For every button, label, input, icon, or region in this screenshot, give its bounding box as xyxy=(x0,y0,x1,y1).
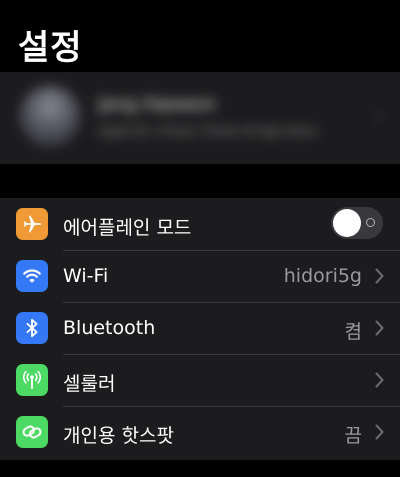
settings-row-wifi[interactable]: Wi-Fi hidori5g xyxy=(0,250,400,302)
avatar xyxy=(20,86,80,146)
chevron-right-icon xyxy=(375,268,384,288)
wifi-network-value: hidori5g xyxy=(283,265,362,287)
wifi-label: Wi-Fi xyxy=(63,265,109,287)
settings-row-cellular[interactable]: 셀룰러 xyxy=(0,354,400,406)
bluetooth-status-value: 켬 xyxy=(344,321,362,343)
chevron-right-icon xyxy=(375,424,384,444)
airplane-mode-toggle[interactable] xyxy=(331,207,383,239)
settings-row-personal-hotspot[interactable]: 개인용 핫스팟 끔 xyxy=(0,406,400,458)
bluetooth-label: Bluetooth xyxy=(63,317,156,339)
settings-group: 에어플레인 모드 Wi-Fi hidori5g Bluetooth 켬 셀룰러 … xyxy=(0,198,400,460)
chevron-right-icon xyxy=(375,372,384,392)
settings-row-bluetooth[interactable]: Bluetooth 켬 xyxy=(0,302,400,354)
settings-row-airplane-mode[interactable]: 에어플레인 모드 xyxy=(0,198,400,250)
personal-hotspot-status-value: 끔 xyxy=(344,425,362,447)
chevron-right-icon xyxy=(375,320,384,340)
profile-subtitle: Apple ID, iCloud, iTunes 및 App Store xyxy=(98,124,317,138)
airplane-icon xyxy=(16,208,48,240)
antenna-icon xyxy=(16,364,48,396)
bluetooth-icon xyxy=(16,312,48,344)
toggle-off-indicator xyxy=(366,218,375,227)
wifi-icon xyxy=(16,260,48,292)
personal-hotspot-label: 개인용 핫스팟 xyxy=(63,425,174,447)
airplane-mode-label: 에어플레인 모드 xyxy=(63,217,192,239)
page-title: 설정 xyxy=(18,28,83,68)
cellular-label: 셀룰러 xyxy=(63,373,116,395)
hotspot-link-icon xyxy=(16,416,48,448)
profile-name: Jang Haewon xyxy=(98,94,216,115)
apple-id-profile-row[interactable]: Jang Haewon Apple ID, iCloud, iTunes 및 A… xyxy=(0,72,400,164)
chevron-right-icon: › xyxy=(374,106,382,127)
toggle-knob xyxy=(333,209,361,237)
